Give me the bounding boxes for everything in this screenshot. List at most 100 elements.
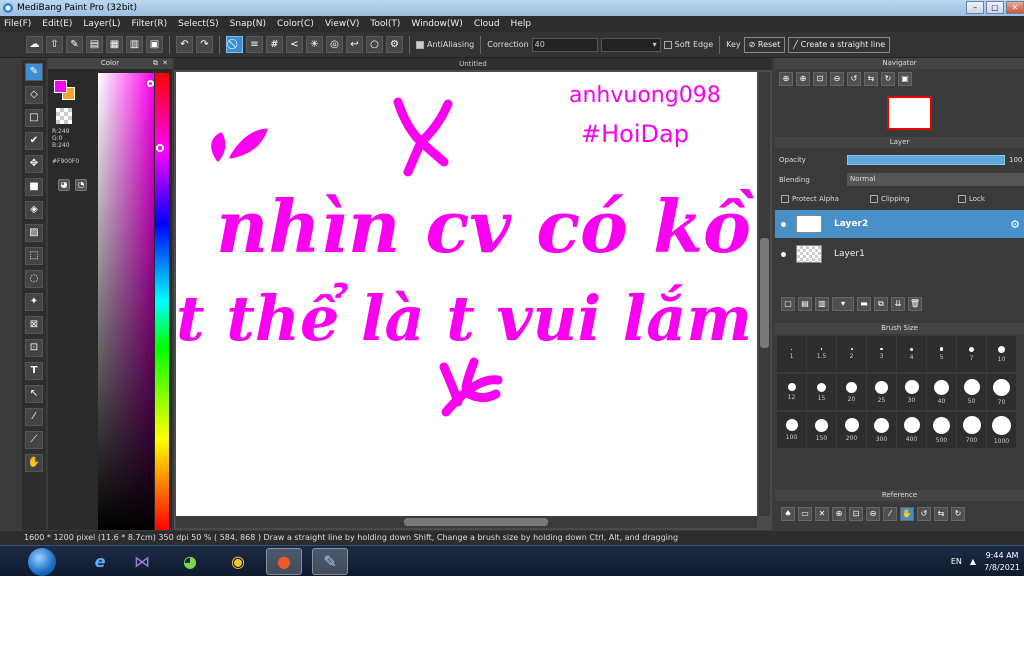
undo-icon[interactable]: ↶	[176, 36, 193, 53]
new-halftone-layer-icon[interactable]: ▤	[798, 297, 812, 311]
brush-size-cell[interactable]: 500	[927, 412, 957, 448]
straight-line-button[interactable]: ╱ Create a straight line	[788, 36, 891, 53]
close-button[interactable]: ✕	[1006, 1, 1024, 14]
brush-size-cell[interactable]: 40	[927, 374, 957, 410]
visibility-icon[interactable]	[781, 251, 786, 257]
panel-float-icon[interactable]: ⧉	[153, 58, 158, 69]
brush-size-cell[interactable]: 15	[807, 374, 837, 410]
zoom-out-icon[interactable]: ⊖	[830, 72, 844, 86]
vertical-scroll-thumb[interactable]	[760, 238, 769, 348]
internet-explorer-icon[interactable]: e	[82, 548, 118, 575]
clipping-checkbox[interactable]: Clipping	[870, 195, 910, 203]
brush-size-cell[interactable]: 3	[867, 336, 897, 372]
menu-item-window[interactable]: Window(W)	[411, 19, 462, 29]
brush-size-cell[interactable]: 700	[957, 412, 987, 448]
visibility-icon[interactable]	[781, 221, 786, 227]
brush-size-cell[interactable]: 50	[957, 374, 987, 410]
brush-size-cell[interactable]: 10	[987, 336, 1017, 372]
correction-input[interactable]: 40	[531, 37, 598, 52]
paint-brush-taskbar-icon[interactable]: ✎	[312, 548, 348, 575]
tray-expand-icon[interactable]: ▲	[970, 557, 976, 566]
brush-size-cell[interactable]: 100	[777, 412, 807, 448]
menu-item-layer[interactable]: Layer(L)	[83, 19, 120, 29]
rotate-left-icon[interactable]: ↺	[917, 507, 931, 521]
zoom-out-icon[interactable]: ⊖	[866, 507, 880, 521]
menu-item-edit[interactable]: Edit(E)	[42, 19, 72, 29]
close-reference-icon[interactable]: ✕	[815, 507, 829, 521]
text-tool-icon[interactable]: T	[25, 362, 43, 380]
duplicate-layer-icon[interactable]: ⧉	[874, 297, 888, 311]
select-pen-tool-icon[interactable]: ⊠	[25, 316, 43, 334]
menu-item-cloud[interactable]: Cloud	[474, 19, 500, 29]
layer-row-layer2[interactable]: Layer2 ⚙	[775, 210, 1024, 238]
divide-tool-icon[interactable]: ⟋	[25, 431, 43, 449]
sv-picker-knob[interactable]	[147, 80, 154, 87]
parallel-snap-icon[interactable]: ≡	[246, 36, 263, 53]
start-button-icon[interactable]	[28, 548, 56, 576]
gradient-tool-icon[interactable]: ▨	[25, 224, 43, 242]
radial-snap-icon[interactable]: ✳	[306, 36, 323, 53]
minimize-button[interactable]: –	[966, 1, 984, 14]
menu-item-select[interactable]: Select(S)	[178, 19, 219, 29]
brush-tool-icon[interactable]: ✎	[25, 63, 43, 81]
clock[interactable]: 9:44 AM 7/8/2021	[984, 550, 1020, 574]
folder-open-icon[interactable]: ▭	[798, 507, 812, 521]
transparent-color-swatch[interactable]	[56, 108, 72, 124]
fit-icon[interactable]: ⊡	[849, 507, 863, 521]
cloud-icon[interactable]: ☁	[26, 36, 43, 53]
zoom-in-icon[interactable]: ⊕	[796, 72, 810, 86]
rotate-right-icon[interactable]: ↻	[951, 507, 965, 521]
eyedropper-icon[interactable]: ⁄	[883, 507, 897, 521]
new-8bit-layer-icon[interactable]: ▥	[815, 297, 829, 311]
hand-icon[interactable]: ✋	[900, 507, 914, 521]
foreground-color-swatch[interactable]	[54, 80, 67, 93]
antialias-checkbox[interactable]: AntiAliasing	[416, 40, 474, 49]
lock-checkbox[interactable]: Lock	[958, 195, 985, 203]
page-icon[interactable]: ▦	[106, 36, 123, 53]
menu-item-file[interactable]: File(F)	[4, 19, 31, 29]
brush-size-cell[interactable]: 7	[957, 336, 987, 372]
brush-size-cell[interactable]: 400	[897, 412, 927, 448]
language-indicator[interactable]: EN	[951, 557, 962, 566]
message-icon[interactable]: ▤	[86, 36, 103, 53]
flip-icon[interactable]: ⇆	[864, 72, 878, 86]
medibang-taskbar-icon[interactable]: ●	[266, 548, 302, 575]
add-layer-dropdown-icon[interactable]: ▾	[832, 297, 854, 311]
folder-icon[interactable]: ▬	[857, 297, 871, 311]
brush-size-cell[interactable]: 1.5	[807, 336, 837, 372]
upload-icon[interactable]: ⇧	[46, 36, 63, 53]
visual-studio-icon[interactable]: ⋈	[124, 548, 160, 575]
vertical-scrollbar[interactable]	[759, 72, 770, 516]
flip-icon[interactable]: ⇆	[934, 507, 948, 521]
rectangle-tool-icon[interactable]: □	[25, 109, 43, 127]
chrome-icon[interactable]: ◉	[220, 548, 256, 575]
blending-select[interactable]: Normal	[847, 173, 1024, 186]
gear-icon[interactable]: ⚙	[1010, 218, 1020, 231]
drawing-canvas[interactable]: anhvuong098 #HoiDap nhìn cv có kồ t thể …	[176, 72, 757, 516]
magic-wand-tool-icon[interactable]: ✦	[25, 293, 43, 311]
eyedropper-tool-icon[interactable]: ⁄	[25, 408, 43, 426]
fill-rect-tool-icon[interactable]: ■	[25, 178, 43, 196]
menu-item-tool[interactable]: Tool(T)	[370, 19, 400, 29]
select-tool-icon[interactable]: ⬚	[25, 247, 43, 265]
snap-off-icon[interactable]: ⃠	[226, 36, 243, 53]
hue-slider[interactable]	[155, 73, 169, 530]
brush-size-cell[interactable]: 12	[777, 374, 807, 410]
navigator-thumbnail[interactable]	[887, 96, 932, 130]
eraser-tool-icon[interactable]: ◇	[25, 86, 43, 104]
move-tool-icon[interactable]: ✥	[25, 155, 43, 173]
saturation-value-picker[interactable]	[98, 73, 154, 530]
rotate-left-icon[interactable]: ↺	[847, 72, 861, 86]
delete-layer-icon[interactable]: 🗑	[908, 297, 922, 311]
hand-tool-icon[interactable]: ✋	[25, 454, 43, 472]
menu-item-help[interactable]: Help	[511, 19, 532, 29]
crisscross-snap-icon[interactable]: #	[266, 36, 283, 53]
menu-item-snap[interactable]: Snap(N)	[230, 19, 266, 29]
color-history-icon[interactable]: ◔	[75, 179, 87, 191]
menu-item-color[interactable]: Color(C)	[277, 19, 314, 29]
operation-tool-icon[interactable]: ↖	[25, 385, 43, 403]
horizontal-scroll-thumb[interactable]	[404, 518, 548, 526]
settings-snap-icon[interactable]: ⚙	[386, 36, 403, 53]
correction-dropdown[interactable]: ▾	[600, 37, 661, 52]
paint-app-icon[interactable]: ◕	[172, 548, 208, 575]
